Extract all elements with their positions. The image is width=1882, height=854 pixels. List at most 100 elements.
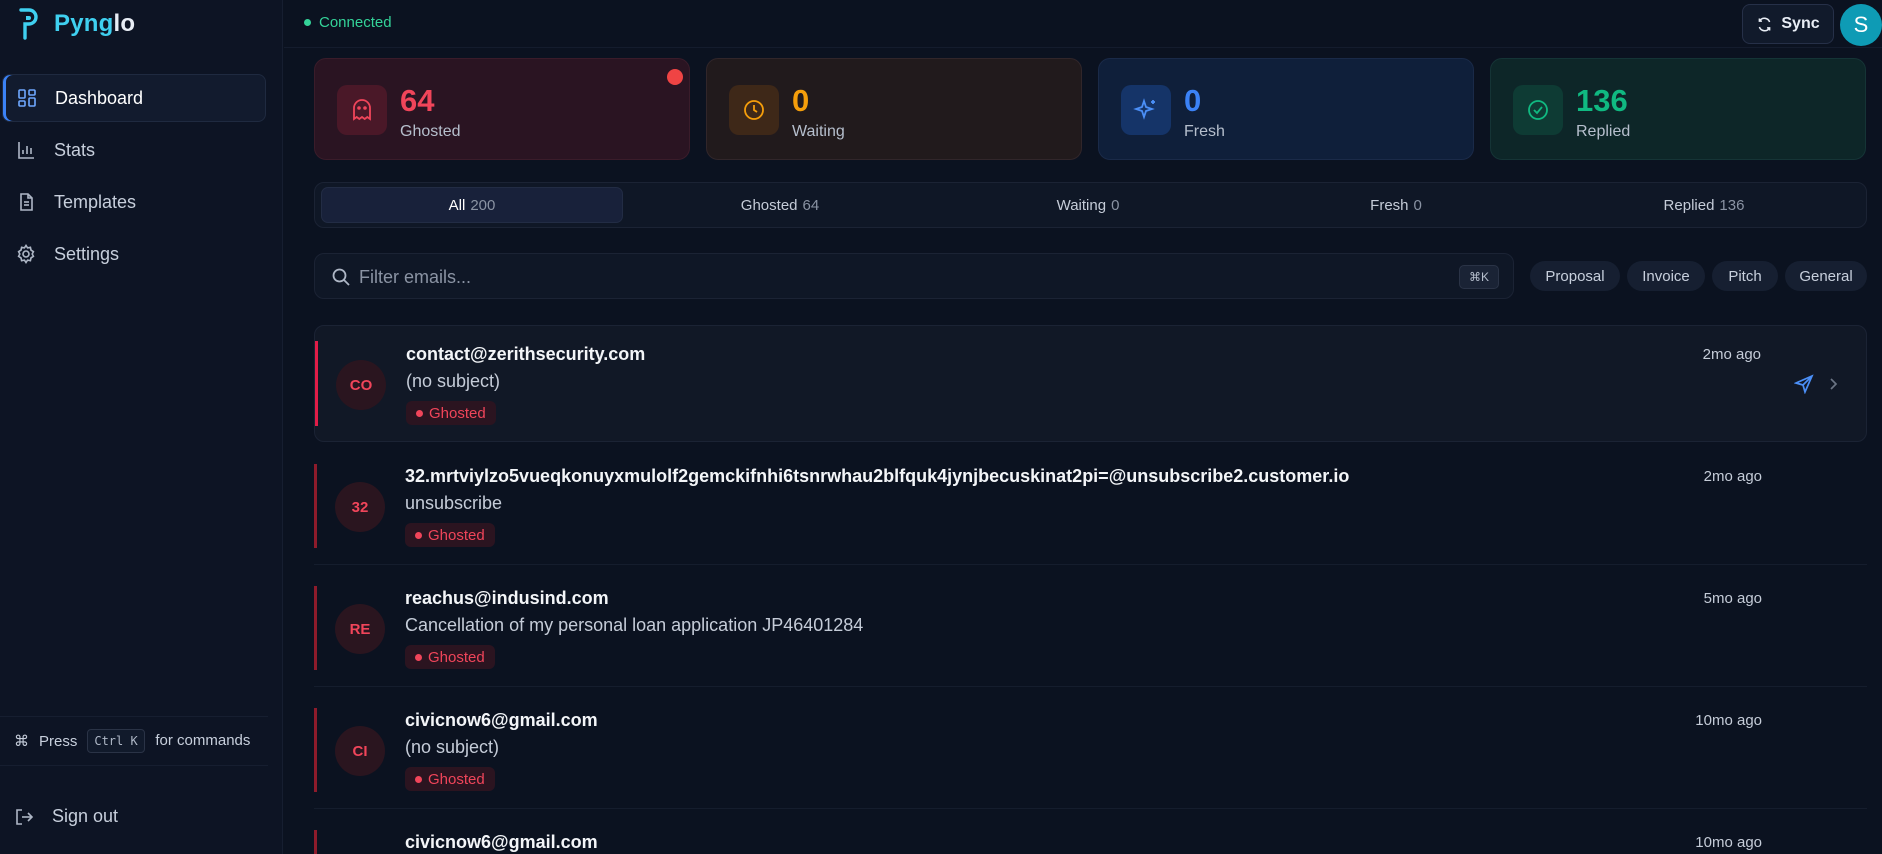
send-icon[interactable]: [1794, 374, 1814, 394]
tab-waiting[interactable]: Waiting 0: [937, 187, 1239, 223]
sidebar-item-label: Templates: [54, 191, 137, 212]
sidebar-item-label: Dashboard: [55, 87, 144, 108]
filter-chip-invoice[interactable]: Invoice: [1627, 261, 1705, 291]
sender-email: civicnow6@gmail.com: [405, 832, 598, 852]
email-time: 5mo ago: [1703, 590, 1762, 607]
sender-email: contact@zerithsecurity.com: [406, 344, 646, 364]
command-hint-press: Press: [39, 732, 78, 750]
sidebar-item-templates[interactable]: Templates: [2, 178, 266, 226]
command-key-icon: ⌘: [14, 733, 29, 750]
stat-icon-wrap: [337, 85, 387, 135]
command-hint[interactable]: ⌘ Press Ctrl K for commands: [0, 716, 268, 766]
status-badge: Ghosted: [406, 401, 496, 425]
status-badge: Ghosted: [405, 767, 495, 791]
tab-label: Replied: [1663, 196, 1715, 214]
status-badge: Ghosted: [405, 523, 495, 547]
email-subject: (no subject): [406, 371, 501, 391]
stat-label: Replied: [1576, 123, 1631, 140]
status-bar: [314, 586, 317, 670]
gear-icon: [17, 244, 35, 264]
check-circle-icon: [1528, 100, 1548, 120]
email-row[interactable]: RE reachus@indusind.com Cancellation of …: [314, 570, 1867, 687]
sidebar-item-label: Settings: [54, 243, 120, 264]
stat-card-replied[interactable]: 136 Replied: [1490, 58, 1866, 160]
stat-value: 0: [1184, 83, 1202, 118]
pynglo-logo-icon: [19, 8, 38, 40]
email-time: 10mo ago: [1695, 834, 1762, 851]
stat-card-fresh[interactable]: 0 Fresh: [1098, 58, 1474, 160]
sync-button[interactable]: Sync: [1742, 4, 1834, 44]
status-bar: [314, 830, 317, 854]
email-row[interactable]: civicnow6@gmail.com 10mo ago: [314, 814, 1867, 854]
tab-count: 136: [1719, 196, 1745, 214]
user-avatar[interactable]: S: [1840, 4, 1882, 46]
tab-count: 0: [1413, 196, 1422, 214]
search-input[interactable]: [359, 262, 1359, 292]
brand-name: Pynglo: [54, 10, 136, 37]
command-hint-suffix: for commands: [155, 732, 251, 749]
chevron-right-icon[interactable]: [1824, 375, 1842, 393]
tab-all[interactable]: All 200: [321, 187, 623, 223]
tab-count: 64: [802, 196, 820, 214]
sidebar-item-stats[interactable]: Stats: [2, 126, 266, 174]
search-icon: [332, 268, 350, 286]
stat-icon-wrap: [1513, 85, 1563, 135]
refresh-icon: [1759, 17, 1771, 31]
email-row[interactable]: CO contact@zerithsecurity.com (no subjec…: [314, 325, 1867, 442]
stat-value: 64: [400, 83, 435, 118]
email-subject: unsubscribe: [405, 493, 503, 513]
tab-count: 200: [470, 196, 496, 214]
sign-out-button[interactable]: Sign out: [14, 806, 118, 827]
sender-email: 32.mrtviylzo5vueqkonuyxmulolf2gemckifnhi…: [405, 466, 1350, 486]
status-bar: [314, 464, 317, 548]
tab-replied[interactable]: Replied 136: [1553, 187, 1855, 223]
tab-count: 0: [1111, 196, 1120, 214]
sign-out-icon: [16, 808, 34, 825]
alert-dot-icon: [667, 69, 683, 85]
filter-chip-proposal[interactable]: Proposal: [1530, 261, 1620, 291]
filter-chip-general[interactable]: General: [1785, 261, 1867, 291]
dashboard-icon: [18, 89, 36, 107]
tab-label: Ghosted: [740, 196, 798, 214]
filter-chip-pitch[interactable]: Pitch: [1712, 261, 1778, 291]
connection-status: Connected: [304, 14, 392, 31]
stat-card-ghosted[interactable]: 64 Ghosted: [314, 58, 690, 160]
status-badge: Ghosted: [405, 645, 495, 669]
email-subject: (no subject): [405, 737, 500, 757]
sender-email: reachus@indusind.com: [405, 588, 609, 608]
sparkle-icon: [1133, 98, 1155, 120]
search-shortcut: ⌘K: [1459, 265, 1499, 289]
brand[interactable]: Pynglo: [18, 8, 135, 40]
connection-status-label: Connected: [319, 14, 392, 31]
stat-card-waiting[interactable]: 0 Waiting: [706, 58, 1082, 160]
status-bar: [314, 708, 317, 792]
stat-value: 0: [792, 83, 810, 118]
email-time: 10mo ago: [1695, 712, 1762, 729]
sign-out-label: Sign out: [52, 806, 119, 826]
stat-label: Waiting: [792, 123, 845, 140]
email-time: 2mo ago: [1703, 468, 1762, 485]
status-tabs: All 200 Ghosted 64 Waiting 0 Fresh 0 Rep…: [314, 182, 1867, 228]
stat-label: Ghosted: [400, 123, 461, 140]
stat-icon-wrap: [729, 85, 779, 135]
tab-fresh[interactable]: Fresh 0: [1245, 187, 1547, 223]
ghost-icon: [353, 99, 371, 121]
top-bar: Connected Sync S: [284, 0, 1882, 48]
tab-label: Fresh: [1370, 196, 1409, 214]
sender-avatar: RE: [335, 604, 385, 654]
email-row[interactable]: CI civicnow6@gmail.com (no subject) Ghos…: [314, 692, 1867, 809]
sidebar-item-settings[interactable]: Settings: [2, 230, 266, 278]
command-shortcut-key: Ctrl K: [87, 729, 146, 753]
sender-avatar: 32: [335, 482, 385, 532]
email-subject: Cancellation of my personal loan applica…: [405, 615, 864, 635]
bar-chart-icon: [18, 142, 34, 159]
sidebar-item-dashboard[interactable]: Dashboard: [2, 74, 266, 122]
tab-ghosted[interactable]: Ghosted 64: [629, 187, 931, 223]
sender-email: civicnow6@gmail.com: [405, 710, 598, 730]
sender-avatar: CO: [336, 360, 386, 410]
sender-avatar: CI: [335, 726, 385, 776]
email-row[interactable]: 32 32.mrtviylzo5vueqkonuyxmulolf2gemckif…: [314, 448, 1867, 565]
sidebar-nav: Dashboard Stats Templates Settings: [0, 74, 268, 282]
stat-cards: 64 Ghosted 0 Waiting 0 Fresh 136 Replied: [314, 58, 1867, 160]
status-dot-icon: [304, 19, 311, 26]
